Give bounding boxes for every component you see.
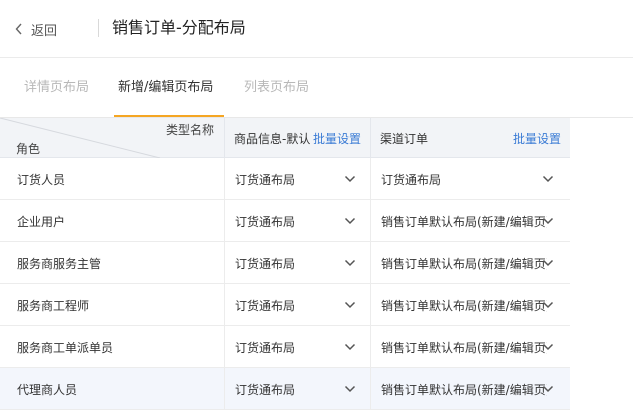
chevron-down-icon[interactable] xyxy=(344,215,356,227)
layout-assignment-table: 类型名称 角色 商品信息-默认... 批量设置 渠道订单 批量设置 订货人员 订… xyxy=(0,118,570,410)
role-cell: 服务商工单派单员 xyxy=(17,340,114,355)
channel-layout-value: 销售订单默认布局(新建/编辑页) xyxy=(381,214,547,229)
goods-layout-value: 订货通布局 xyxy=(235,256,296,271)
chevron-down-icon[interactable] xyxy=(344,299,356,311)
tab-detail-layout[interactable]: 详情页布局 xyxy=(24,79,89,97)
goods-layout-select[interactable]: 订货通布局 xyxy=(224,284,370,326)
table-row: 企业用户 订货通布局 销售订单默认布局(新建/编辑页) xyxy=(0,200,570,242)
goods-layout-select[interactable]: 订货通布局 xyxy=(224,242,370,284)
channel-layout-select[interactable]: 销售订单默认布局(新建/编辑页) xyxy=(370,368,570,410)
back-button[interactable]: 返回 xyxy=(15,20,58,39)
channel-layout-value: 订货通布局 xyxy=(381,172,442,187)
channel-layout-value: 销售订单默认布局(新建/编辑页) xyxy=(381,256,547,271)
role-cell: 企业用户 xyxy=(17,214,66,229)
layout-tabs: 详情页布局 新增/编辑页布局 列表页布局 xyxy=(0,58,633,118)
chevron-down-icon[interactable] xyxy=(542,341,554,353)
active-tab-indicator xyxy=(114,115,224,117)
role-label: 角色 xyxy=(16,142,41,156)
goods-column-header: 商品信息-默认... 批量设置 xyxy=(224,118,370,158)
chevron-down-icon[interactable] xyxy=(542,383,554,395)
role-cell: 服务商服务主管 xyxy=(17,256,102,271)
chevron-down-icon[interactable] xyxy=(344,341,356,353)
goods-layout-value: 订货通布局 xyxy=(235,172,296,187)
goods-column-label: 商品信息-默认... xyxy=(234,131,310,146)
table-row: 服务商工程师 订货通布局 销售订单默认布局(新建/编辑页) xyxy=(0,284,570,326)
tab-list-layout[interactable]: 列表页布局 xyxy=(244,79,309,97)
channel-layout-value: 销售订单默认布局(新建/编辑页) xyxy=(381,382,547,397)
goods-layout-select[interactable]: 订货通布局 xyxy=(224,200,370,242)
goods-layout-value: 订货通布局 xyxy=(235,382,296,397)
page-title: 销售订单-分配布局 xyxy=(112,18,246,37)
channel-layout-select[interactable]: 销售订单默认布局(新建/编辑页) xyxy=(370,242,570,284)
table-row: 代理商人员 订货通布局 销售订单默认布局(新建/编辑页) xyxy=(0,368,570,410)
chevron-down-icon[interactable] xyxy=(344,173,356,185)
diagonal-header-cell: 类型名称 角色 xyxy=(0,118,224,158)
channel-column-label: 渠道订单 xyxy=(380,131,429,146)
channel-layout-value: 销售订单默认布局(新建/编辑页) xyxy=(381,340,547,355)
chevron-left-icon xyxy=(15,23,22,35)
goods-layout-select[interactable]: 订货通布局 xyxy=(224,368,370,410)
role-cell: 代理商人员 xyxy=(17,382,78,397)
type-name-label: 类型名称 xyxy=(165,123,214,137)
channel-layout-value: 销售订单默认布局(新建/编辑页) xyxy=(381,298,547,313)
chevron-down-icon[interactable] xyxy=(542,173,554,185)
table-body: 订货人员 订货通布局 订货通布局 企业用户 订货通布局 销售订单默认布局(新建/… xyxy=(0,158,570,410)
chevron-down-icon[interactable] xyxy=(344,257,356,269)
goods-layout-value: 订货通布局 xyxy=(235,340,296,355)
page-header: 返回 销售订单-分配布局 xyxy=(0,0,633,58)
tab-edit-layout[interactable]: 新增/编辑页布局 xyxy=(118,79,213,97)
goods-batch-set-link[interactable]: 批量设置 xyxy=(313,130,361,147)
goods-layout-select[interactable]: 订货通布局 xyxy=(224,326,370,368)
goods-layout-value: 订货通布局 xyxy=(235,298,296,313)
channel-layout-select[interactable]: 销售订单默认布局(新建/编辑页) xyxy=(370,326,570,368)
back-label: 返回 xyxy=(31,23,58,39)
goods-layout-value: 订货通布局 xyxy=(235,214,296,229)
channel-batch-set-link[interactable]: 批量设置 xyxy=(513,130,561,147)
chevron-down-icon[interactable] xyxy=(542,299,554,311)
channel-layout-select[interactable]: 订货通布局 xyxy=(370,158,570,200)
header-divider xyxy=(98,19,99,37)
table-row: 订货人员 订货通布局 订货通布局 xyxy=(0,158,570,200)
table-row: 服务商服务主管 订货通布局 销售订单默认布局(新建/编辑页) xyxy=(0,242,570,284)
table-header: 类型名称 角色 商品信息-默认... 批量设置 渠道订单 批量设置 xyxy=(0,118,570,158)
goods-layout-select[interactable]: 订货通布局 xyxy=(224,158,370,200)
channel-layout-select[interactable]: 销售订单默认布局(新建/编辑页) xyxy=(370,200,570,242)
channel-column-header: 渠道订单 批量设置 xyxy=(370,118,570,158)
channel-layout-select[interactable]: 销售订单默认布局(新建/编辑页) xyxy=(370,284,570,326)
role-cell: 订货人员 xyxy=(17,172,66,187)
chevron-down-icon[interactable] xyxy=(344,383,356,395)
chevron-down-icon[interactable] xyxy=(542,257,554,269)
table-row: 服务商工单派单员 订货通布局 销售订单默认布局(新建/编辑页) xyxy=(0,326,570,368)
chevron-down-icon[interactable] xyxy=(542,215,554,227)
role-cell: 服务商工程师 xyxy=(17,298,90,313)
